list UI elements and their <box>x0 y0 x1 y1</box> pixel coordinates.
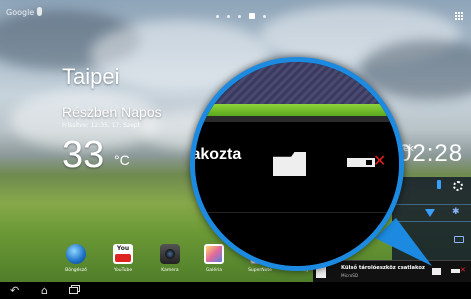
app-label: Galéria <box>205 268 223 273</box>
screenshot-icon[interactable] <box>454 236 464 243</box>
page-dot[interactable] <box>238 14 241 18</box>
microphone-icon[interactable] <box>37 7 42 16</box>
weather-updated-time: Frissítve: 12:35, 17. Szept <box>62 122 140 129</box>
magnified-notification-area <box>195 122 399 266</box>
app-camera[interactable]: Kamera <box>150 244 190 273</box>
magnified-notification-text: lakozta <box>190 146 242 163</box>
weather-unit: °C <box>114 152 130 168</box>
bluetooth-icon[interactable]: ✱ <box>452 207 460 217</box>
browser-globe-icon <box>66 244 86 264</box>
page-dot-active[interactable] <box>249 13 255 19</box>
app-label: Kamera <box>161 268 179 273</box>
magnifier-callout: lakozta ✕ <box>190 57 404 271</box>
weather-condition: Részben Napos <box>62 104 162 120</box>
clock-time: 02:28 <box>398 140 464 167</box>
weather-temperature: 33 <box>62 134 105 176</box>
home-icon[interactable]: ⌂ <box>41 284 48 297</box>
app-label: Böngésző <box>65 268 87 273</box>
status-bar: Google <box>0 0 471 22</box>
close-icon: ✕ <box>460 266 466 274</box>
navigation-bar: ↶ ⌂ <box>0 282 471 299</box>
page-dot[interactable] <box>216 14 219 18</box>
app-label: YouTube <box>113 268 133 273</box>
weather-city: Taipei <box>62 64 120 89</box>
google-search-label[interactable]: Google <box>6 8 34 17</box>
youtube-icon <box>113 244 133 264</box>
folder-icon[interactable] <box>432 268 441 275</box>
app-youtube[interactable]: YouTube <box>103 244 143 273</box>
page-dot[interactable] <box>227 14 230 18</box>
magnified-green-bar <box>195 104 399 116</box>
wifi-icon[interactable] <box>425 209 435 217</box>
app-browser[interactable]: Böngésző <box>56 244 96 273</box>
notification-subtitle: MicroSD <box>341 273 359 278</box>
all-apps-icon[interactable] <box>455 12 464 21</box>
magnified-wallpaper <box>195 62 399 104</box>
battery-icon <box>437 180 441 189</box>
recent-apps-icon[interactable] <box>69 284 78 297</box>
magnified-separator <box>195 212 399 213</box>
close-icon: ✕ <box>373 151 387 170</box>
camera-icon <box>160 244 180 264</box>
page-dot[interactable] <box>263 14 266 18</box>
back-icon[interactable]: ↶ <box>10 284 19 297</box>
page-indicator <box>216 13 266 19</box>
usb-plug-mark <box>366 160 372 165</box>
app-label: SuperNote <box>248 268 272 273</box>
usb-disconnect-icon[interactable] <box>451 269 460 273</box>
gear-icon[interactable] <box>453 181 463 191</box>
